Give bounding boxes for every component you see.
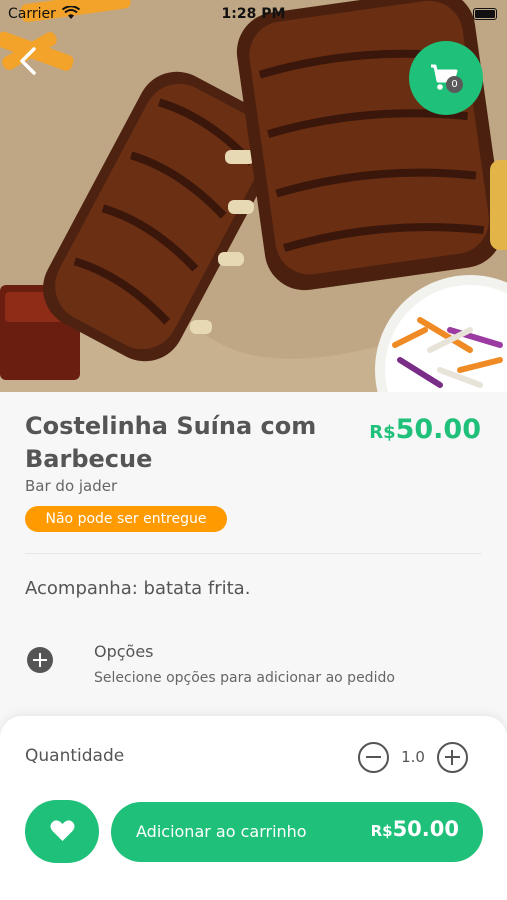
total-value: 50.00 — [392, 817, 459, 841]
divider — [25, 553, 482, 554]
status-bar: Carrier 1:28 PM — [0, 0, 507, 28]
cart-count-badge: 0 — [446, 76, 463, 93]
options-title[interactable]: Opções — [94, 642, 154, 661]
total-currency: R$ — [370, 822, 393, 840]
store-name: Bar do jader — [25, 477, 118, 495]
quantity-decrease-button[interactable] — [358, 742, 389, 773]
order-bottom-sheet: Quantidade 1.0 Adicionar ao carrinho R$5… — [0, 716, 507, 900]
favorite-button[interactable] — [25, 800, 99, 863]
cart-button[interactable]: 0 — [409, 41, 483, 115]
add-to-cart-button[interactable]: Adicionar ao carrinho R$50.00 — [111, 802, 483, 862]
options-subtitle[interactable]: Selecione opções para adicionar ao pedid… — [94, 670, 395, 686]
add-to-cart-label: Adicionar ao carrinho — [136, 822, 307, 841]
add-to-cart-total: R$50.00 — [371, 817, 459, 841]
battery-icon — [473, 8, 497, 20]
quantity-increase-button[interactable] — [437, 742, 468, 773]
back-button[interactable] — [14, 44, 44, 78]
plus-circle-icon[interactable] — [27, 647, 53, 673]
quantity-label: Quantidade — [25, 746, 125, 766]
delivery-status-badge: Não pode ser entregue — [25, 506, 227, 532]
heart-icon — [50, 820, 75, 841]
status-time: 1:28 PM — [221, 6, 286, 22]
price-currency: R$ — [369, 422, 396, 443]
price-value: 50.00 — [395, 414, 481, 445]
product-title: Costelinha Suína com Barbecue — [25, 412, 317, 473]
quantity-value: 1.0 — [401, 748, 425, 766]
product-price: R$50.00 — [369, 414, 481, 445]
back-arrow-icon — [20, 47, 36, 75]
product-description: Acompanha: batata frita. — [25, 578, 251, 599]
